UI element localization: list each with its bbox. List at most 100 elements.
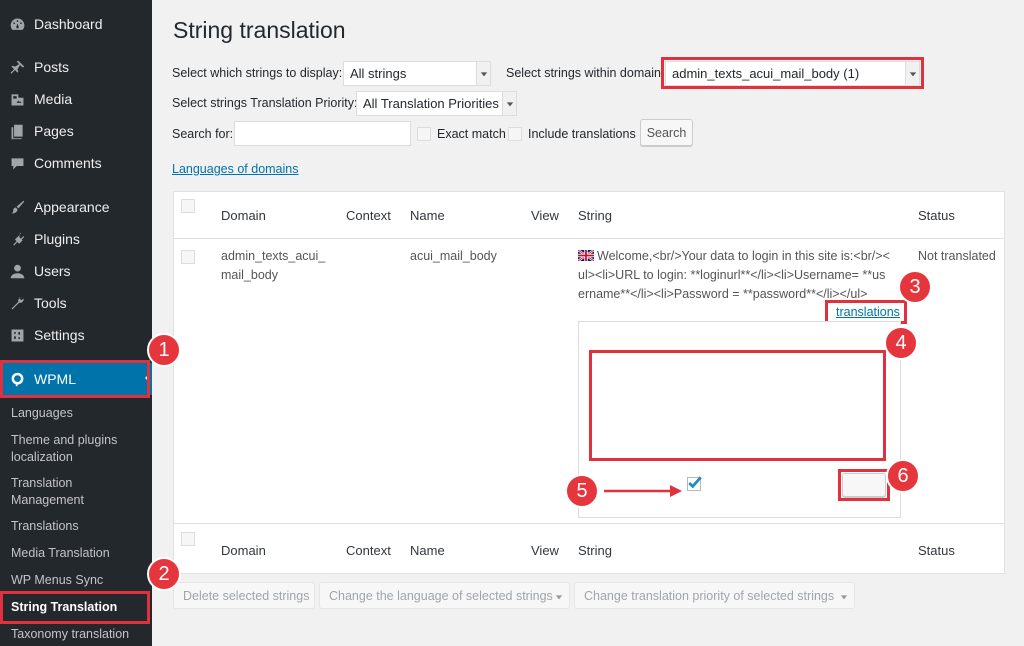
include-translations-checkbox[interactable] [508,127,522,141]
row-domain-line: admin_texts_acui_ [221,249,326,263]
string-translation-highlight-box [0,591,150,624]
row-string: Welcome,<br/>Your data to login in this … [578,247,898,304]
menu-item-media[interactable]: Media [0,84,152,114]
callout-badge-1: 1 [147,333,181,367]
chevron-down-icon [555,590,563,604]
row-domain: admin_texts_acui_ mail_body [221,247,325,285]
row-checkbox[interactable] [181,250,195,264]
priority-filter-label: Select strings Translation Priority: [172,96,358,110]
row-string-line: ul><li>URL to login: **loginurl**</li><l… [578,268,886,282]
footer-divider [174,523,1004,524]
delete-selected-button[interactable]: Delete selected strings [173,582,315,609]
checkmark-icon [688,476,702,489]
pages-icon [0,123,34,140]
callout-badge-3: 3 [898,270,932,304]
footer-string[interactable]: String [578,543,612,558]
main-content: String translation Select which strings … [152,0,1024,646]
menu-item-plugins[interactable]: Plugins [0,224,152,254]
select-all-checkbox[interactable] [181,199,195,213]
page-title: String translation [173,17,346,43]
submenu-item-media-translation[interactable]: Media Translation [11,545,146,562]
select-all-footer-checkbox[interactable] [181,532,195,546]
menu-label: Dashboard [34,16,103,32]
row-name: acui_mail_body [410,249,497,263]
wpml-highlight-box [0,360,150,398]
change-language-select[interactable]: Change the language of selected strings [319,582,570,609]
submenu-item-wp-menus-sync[interactable]: WP Menus Sync [11,572,146,589]
submenu-item-taxonomy-translation[interactable]: Taxonomy translation [11,626,146,643]
menu-label: Comments [34,155,102,171]
change-priority-label: Change translation priority of selected … [584,588,835,603]
header-domain[interactable]: Domain [221,208,266,223]
footer-domain[interactable]: Domain [221,543,266,558]
callout-badge-2: 2 [147,557,181,591]
media-icon [0,91,34,108]
display-filter-value: All strings [350,66,407,81]
row-domain-line: mail_body [221,268,278,282]
callout-badge-5: 5 [565,474,599,508]
menu-item-comments[interactable]: Comments [0,148,152,178]
translation-textarea[interactable] [589,350,886,461]
menu-item-appearance[interactable]: Appearance [0,192,152,222]
priority-filter-select[interactable]: All Translation Priorities [356,91,517,116]
change-priority-select[interactable]: Change translation priority of selected … [574,582,855,609]
dashboard-icon [0,16,34,33]
submenu-item-translations[interactable]: Translations [11,518,146,535]
display-filter-label: Select which strings to display: [172,66,343,80]
brush-icon [0,199,34,216]
user-icon [0,263,34,280]
menu-label: Appearance [34,199,110,215]
footer-name[interactable]: Name [410,543,445,558]
menu-item-pages[interactable]: Pages [0,116,152,146]
menu-item-users[interactable]: Users [0,256,152,286]
menu-label: Pages [34,123,74,139]
row-status: Not translated [918,249,996,263]
wrench-icon [0,295,34,312]
search-button[interactable]: Search [640,119,693,146]
menu-item-posts[interactable]: Posts [0,52,152,82]
search-label: Search for: [172,127,234,141]
footer-status[interactable]: Status [918,543,955,558]
translation-complete-checkbox[interactable] [687,476,702,491]
display-filter-select[interactable]: All strings [343,61,491,86]
header-name[interactable]: Name [410,208,445,223]
chevron-down-icon [476,62,490,85]
header-context[interactable]: Context [346,208,391,223]
submenu-item-theme-plugins-localization[interactable]: Theme and plugins localization [11,432,146,466]
header-divider [174,238,1004,239]
chevron-down-icon [840,590,848,604]
uk-flag-icon [578,250,594,261]
header-status[interactable]: Status [918,208,955,223]
callout-badge-4: 4 [884,326,918,360]
change-language-label: Change the language of selected strings [329,588,553,603]
submenu-item-translation-management[interactable]: Translation Management [11,475,146,509]
search-input[interactable] [234,121,411,146]
menu-label: Media [34,91,73,107]
admin-sidebar: Dashboard Posts Media Pages Comments App… [0,0,152,646]
chevron-down-icon [502,92,516,115]
exact-match-label: Exact match [437,127,506,141]
header-view: View [531,208,559,223]
menu-item-dashboard[interactable]: Dashboard [0,9,152,39]
menu-label: Plugins [34,231,80,247]
submenu-item-languages[interactable]: Languages [11,405,146,422]
pin-icon [0,59,34,76]
domain-highlight-box [661,57,924,89]
languages-of-domains-link[interactable]: Languages of domains [172,162,298,176]
exact-match-checkbox[interactable] [417,127,431,141]
footer-view: View [531,543,559,558]
menu-item-tools[interactable]: Tools [0,288,152,318]
domain-filter-label: Select strings within domain: [506,66,665,80]
callout-badge-6: 6 [886,459,920,493]
menu-item-settings[interactable]: Settings [0,320,152,350]
strings-table: Domain Context Name View String Status a… [173,191,1005,574]
priority-filter-value: All Translation Priorities [363,96,499,111]
settings-icon [0,327,34,344]
footer-context[interactable]: Context [346,543,391,558]
row-string-text: Welcome,<br/>Your data to login in this … [597,249,890,263]
header-string[interactable]: String [578,208,612,223]
menu-label: Posts [34,59,70,75]
save-highlight-box [838,469,890,501]
plugin-icon [0,231,34,248]
menu-label: Tools [34,295,67,311]
